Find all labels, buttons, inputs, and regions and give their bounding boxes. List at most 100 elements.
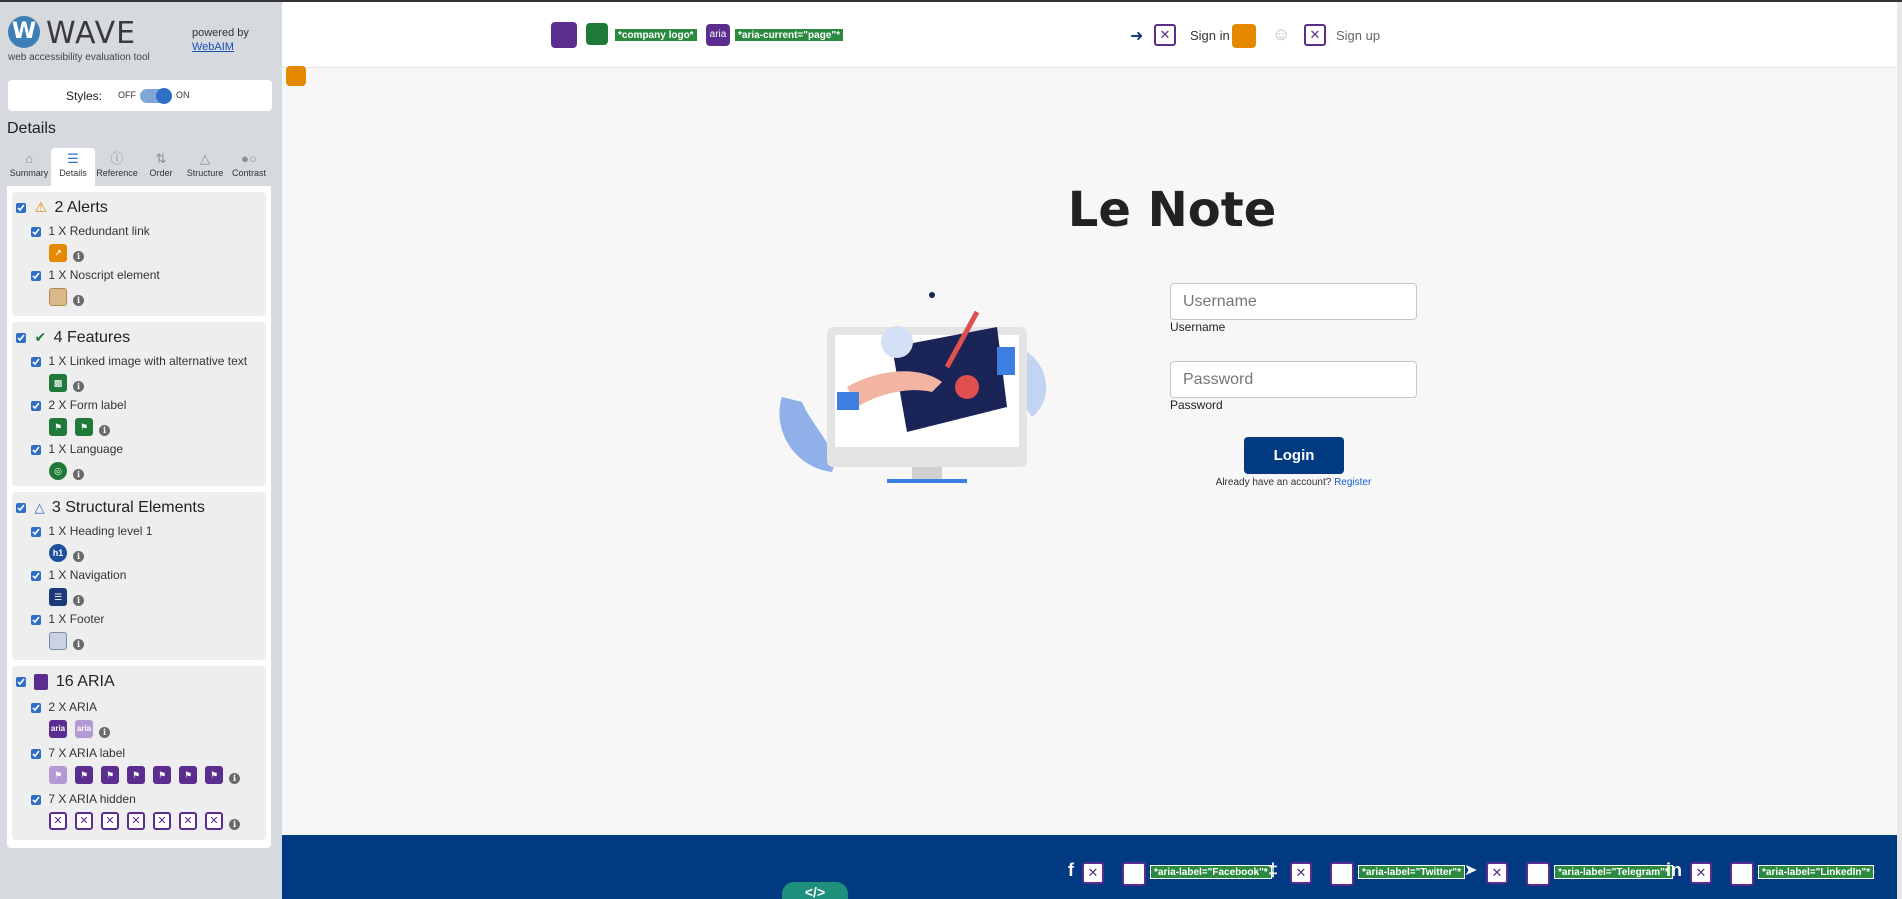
info-icon[interactable]: i bbox=[229, 773, 240, 784]
tab-details[interactable]: ☰ Details bbox=[51, 148, 95, 186]
wave-brand-name: WAVE bbox=[46, 16, 137, 51]
aria-hidden-icon[interactable]: ✕ bbox=[1082, 862, 1104, 884]
check-circle-icon: ✔ bbox=[34, 329, 47, 346]
info-icon[interactable]: i bbox=[99, 425, 110, 436]
aria-hidden-icon[interactable]: ✕ bbox=[1154, 24, 1176, 46]
linked-image-icon[interactable] bbox=[586, 23, 608, 45]
structure-icon: △ bbox=[34, 499, 45, 515]
aria-icon[interactable]: aria bbox=[706, 24, 730, 46]
features-checkbox[interactable] bbox=[16, 332, 26, 343]
aria-hidden-icon[interactable]: ✕ bbox=[1304, 24, 1326, 46]
aria-item-hidden: 7 X ARIA hidden bbox=[31, 792, 136, 806]
info-icon[interactable]: i bbox=[73, 381, 84, 392]
tab-structure[interactable]: △ Structure bbox=[183, 148, 227, 186]
globe-icon[interactable]: ◎ bbox=[49, 462, 67, 480]
aria-item-checkbox[interactable] bbox=[31, 702, 41, 713]
footer-checkbox[interactable] bbox=[31, 614, 41, 625]
structural-checkbox[interactable] bbox=[16, 502, 26, 513]
info-icon[interactable]: i bbox=[73, 595, 84, 606]
powered-by: powered by WebAIM bbox=[192, 26, 249, 54]
noscript-checkbox[interactable] bbox=[31, 270, 41, 281]
register-link[interactable]: Register bbox=[1334, 477, 1371, 488]
twitter-icon[interactable]: ‡ bbox=[1268, 860, 1278, 881]
structural-item-navigation: 1 X Navigation bbox=[31, 568, 126, 582]
aria-hidden-icon[interactable]: ✕ bbox=[1290, 862, 1312, 884]
aria-label-linkedin-tag: *aria-label="LinkedIn"* bbox=[1758, 865, 1875, 879]
alerts-title: 2 Alerts bbox=[54, 199, 108, 216]
tag-icon[interactable]: ⚑ bbox=[75, 418, 93, 436]
info-icon[interactable]: i bbox=[73, 639, 84, 650]
info-icon[interactable]: i bbox=[99, 727, 110, 738]
aria-hidden-icon[interactable]: ✕ bbox=[49, 812, 67, 830]
aria-label-icon[interactable] bbox=[1122, 862, 1146, 886]
aria-label-icon[interactable] bbox=[1330, 862, 1354, 886]
noscript-icon[interactable] bbox=[49, 288, 67, 306]
styles-toggle-knob[interactable] bbox=[156, 88, 172, 104]
tab-reference[interactable]: ⓘ Reference bbox=[95, 148, 139, 186]
aria-hidden-icon[interactable]: ✕ bbox=[205, 812, 223, 830]
aria-hidden-icon[interactable]: ✕ bbox=[127, 812, 145, 830]
wave-logo-icon[interactable]: W bbox=[8, 16, 40, 48]
linked-image-checkbox[interactable] bbox=[31, 356, 41, 367]
username-label: Username bbox=[1170, 320, 1226, 334]
aria-checkbox[interactable] bbox=[16, 676, 26, 687]
tag-icon[interactable]: ⚑ bbox=[49, 418, 67, 436]
aria-hidden-icon[interactable]: ✕ bbox=[1486, 862, 1508, 884]
facebook-icon[interactable]: f bbox=[1068, 860, 1074, 881]
aria-label-icon[interactable] bbox=[1730, 862, 1754, 886]
aria-item-aria: 2 X ARIA bbox=[31, 700, 97, 714]
info-icon[interactable]: i bbox=[73, 469, 84, 480]
heading-level-checkbox[interactable] bbox=[31, 526, 41, 537]
info-icon[interactable]: i bbox=[73, 251, 84, 262]
tab-summary[interactable]: ⌂ Summary bbox=[7, 148, 51, 186]
tab-contrast[interactable]: ●○ Contrast bbox=[227, 148, 271, 186]
alerts-checkbox[interactable] bbox=[16, 202, 26, 213]
aria-label-icon[interactable]: ⚑ bbox=[75, 766, 93, 784]
aria-hidden-icon[interactable]: ✕ bbox=[153, 812, 171, 830]
aria-hidden-icon[interactable]: ✕ bbox=[179, 812, 197, 830]
aria-label-icon[interactable]: ⚑ bbox=[205, 766, 223, 784]
info-icon[interactable]: i bbox=[73, 551, 84, 562]
tab-order[interactable]: ⇅ Order bbox=[139, 148, 183, 186]
aria-label-icon[interactable]: ⚑ bbox=[101, 766, 119, 784]
sign-up-link[interactable]: Sign up bbox=[1336, 28, 1380, 43]
redundant-link-checkbox[interactable] bbox=[31, 226, 41, 237]
navigation-checkbox[interactable] bbox=[31, 570, 41, 581]
info-icon[interactable]: i bbox=[73, 295, 84, 306]
aria-hidden-icon[interactable]: ✕ bbox=[101, 812, 119, 830]
aria-label-icon[interactable] bbox=[1526, 862, 1550, 886]
footer-icon[interactable] bbox=[49, 632, 67, 650]
linkedin-icon[interactable]: in bbox=[1666, 860, 1682, 881]
aria-hidden-icon[interactable]: ✕ bbox=[75, 812, 93, 830]
structure-icon: △ bbox=[200, 151, 210, 166]
redundant-link-icon[interactable] bbox=[1232, 24, 1256, 48]
info-icon[interactable]: i bbox=[229, 819, 240, 830]
aria-label-icon[interactable]: ⚑ bbox=[127, 766, 145, 784]
notebook-logo-icon[interactable] bbox=[551, 22, 577, 48]
code-toggle-button[interactable]: </> bbox=[782, 882, 848, 899]
language-checkbox[interactable] bbox=[31, 444, 41, 455]
h1-icon[interactable]: h1 bbox=[49, 544, 67, 562]
login-button[interactable]: Login bbox=[1244, 437, 1344, 474]
aria-label-icon[interactable]: ⚑ bbox=[153, 766, 171, 784]
aria-hidden-checkbox[interactable] bbox=[31, 794, 41, 805]
page-scrollbar[interactable] bbox=[1897, 2, 1902, 899]
wave-tagline: web accessibility evaluation tool bbox=[8, 52, 150, 63]
aria-label-icon[interactable]: ⚑ bbox=[49, 766, 67, 784]
aria-icon[interactable]: aria bbox=[49, 720, 67, 738]
sign-in-link[interactable]: Sign in bbox=[1190, 28, 1230, 43]
password-input[interactable]: Password bbox=[1170, 361, 1417, 398]
aria-label-icon[interactable]: ⚑ bbox=[179, 766, 197, 784]
telegram-icon[interactable]: ➤ bbox=[1464, 860, 1477, 880]
username-input[interactable]: Username bbox=[1170, 283, 1417, 320]
form-label-checkbox[interactable] bbox=[31, 400, 41, 411]
redundant-link-icon[interactable]: ↗ bbox=[49, 244, 67, 262]
navigation-icon[interactable]: ☰ bbox=[49, 588, 67, 606]
aria-hidden-icon[interactable]: ✕ bbox=[1690, 862, 1712, 884]
webaim-link[interactable]: WebAIM bbox=[192, 40, 249, 54]
noscript-alert-icon[interactable] bbox=[286, 66, 306, 86]
aria-icon[interactable]: aria bbox=[75, 720, 93, 738]
structural-heading: △ 3 Structural Elements bbox=[16, 499, 205, 517]
linked-image-icon[interactable]: ▩ bbox=[49, 374, 67, 392]
aria-label-checkbox[interactable] bbox=[31, 748, 41, 759]
